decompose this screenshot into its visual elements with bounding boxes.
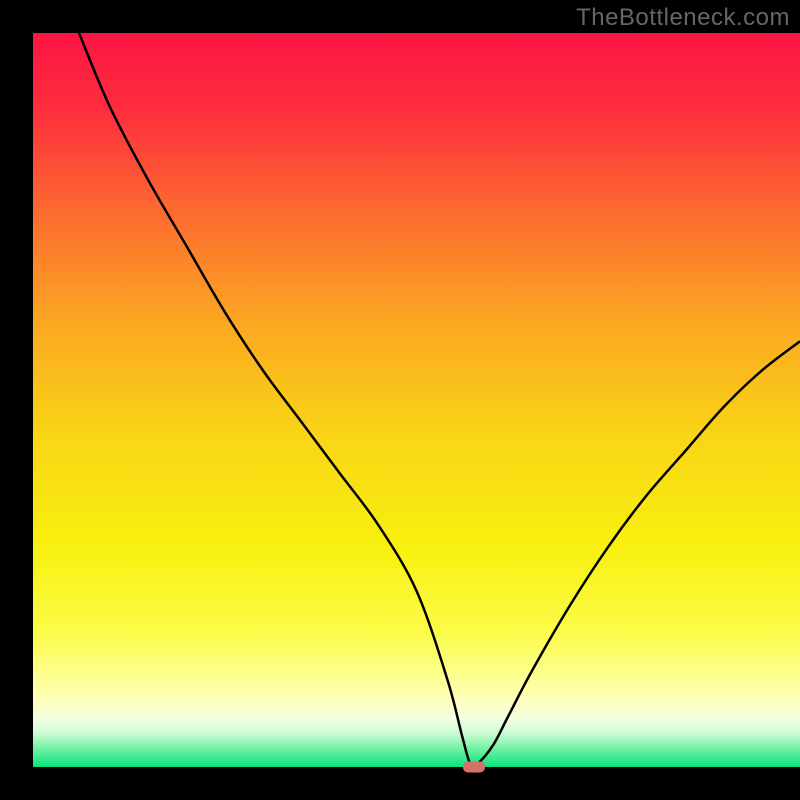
gradient-background (33, 33, 800, 767)
watermark-label: TheBottleneck.com (576, 4, 790, 32)
bottleneck-chart (0, 0, 800, 800)
chart-frame: TheBottleneck.com (0, 0, 800, 800)
bottleneck-marker (463, 762, 485, 773)
